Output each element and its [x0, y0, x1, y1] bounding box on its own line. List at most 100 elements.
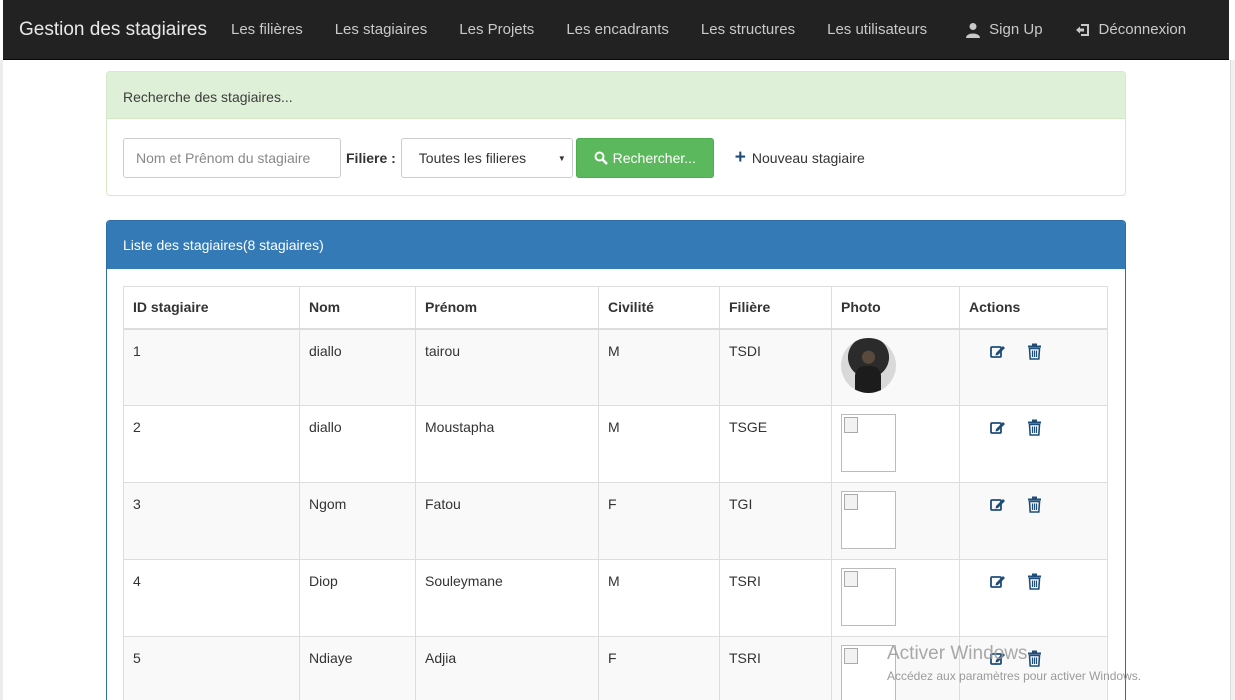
cell-nom: Ngom	[299, 482, 416, 560]
signup-link[interactable]: Sign Up	[965, 21, 1043, 38]
trash-icon[interactable]	[1026, 573, 1043, 590]
window-left-edge	[0, 60, 3, 700]
user-icon	[966, 22, 981, 38]
edit-icon[interactable]	[989, 496, 1006, 513]
trash-icon[interactable]	[1026, 419, 1043, 436]
broken-image	[841, 568, 896, 626]
plus-icon: +	[734, 147, 746, 168]
trash-icon[interactable]	[1026, 650, 1043, 667]
cell-civilite: F	[598, 482, 720, 560]
table-row: 2 diallo Moustapha M TSGE	[123, 405, 1108, 483]
list-panel: Liste des stagiaires(8 stagiaires) ID st…	[106, 220, 1126, 700]
broken-image-icon	[844, 571, 858, 587]
column-header-filiere: Filière	[719, 286, 832, 330]
name-search-input[interactable]	[123, 138, 341, 178]
signup-label: Sign Up	[989, 21, 1043, 38]
nav-link-encadrants[interactable]: Les encadrants	[566, 21, 669, 38]
cell-photo	[831, 405, 960, 483]
cell-prenom: tairou	[415, 328, 599, 406]
table-row: 1 diallo tairou M TSDI	[123, 328, 1108, 406]
row-actions	[969, 650, 1098, 667]
cell-civilite: F	[598, 636, 720, 700]
cell-actions	[959, 559, 1108, 637]
logout-label: Déconnexion	[1098, 21, 1187, 38]
filiere-select[interactable]: Toutes les filieres ▼	[400, 138, 573, 178]
nav-link-stagiaires[interactable]: Les stagiaires	[335, 21, 428, 38]
new-stagiaire-link[interactable]: + Nouveau stagiaire	[734, 147, 865, 168]
trash-icon[interactable]	[1026, 496, 1043, 513]
table-row: 4 Diop Souleymane M TSRI	[123, 559, 1108, 637]
photo-figure	[855, 365, 881, 393]
cell-id: 2	[123, 405, 300, 483]
search-panel-heading: Recherche des stagiaires...	[107, 72, 1125, 119]
edit-icon[interactable]	[989, 419, 1006, 436]
row-actions	[969, 343, 1098, 360]
page-scrollbar[interactable]	[1230, 60, 1235, 700]
nav-right: Sign Up Déconnexion	[965, 21, 1186, 38]
column-header-prenom: Prénom	[415, 286, 599, 330]
cell-prenom: Souleymane	[415, 559, 599, 637]
cell-filiere: TGI	[719, 482, 832, 560]
nav-link-utilisateurs[interactable]: Les utilisateurs	[827, 21, 927, 38]
row-actions	[969, 419, 1098, 436]
nav-link-structures[interactable]: Les structures	[701, 21, 795, 38]
search-button[interactable]: Rechercher...	[575, 138, 714, 178]
stagiaire-photo	[841, 337, 896, 393]
search-panel: Recherche des stagiaires... Filiere : To…	[106, 71, 1126, 196]
edit-icon[interactable]	[989, 573, 1006, 590]
column-header-id: ID stagiaire	[123, 286, 300, 330]
row-actions	[969, 573, 1098, 590]
cell-photo	[831, 328, 960, 406]
cell-actions	[959, 636, 1108, 700]
row-actions	[969, 496, 1098, 513]
cell-nom: Diop	[299, 559, 416, 637]
cell-filiere: TSDI	[719, 328, 832, 406]
broken-image	[841, 491, 896, 549]
cell-filiere: TSRI	[719, 559, 832, 637]
broken-image-icon	[844, 417, 858, 433]
cell-nom: diallo	[299, 405, 416, 483]
broken-image	[841, 645, 896, 700]
cell-civilite: M	[598, 405, 720, 483]
brand-title[interactable]: Gestion des stagiaires	[3, 19, 231, 41]
cell-nom: Ndiaye	[299, 636, 416, 700]
cell-prenom: Moustapha	[415, 405, 599, 483]
cell-prenom: Fatou	[415, 482, 599, 560]
cell-actions	[959, 482, 1108, 560]
nav-link-filieres[interactable]: Les filières	[231, 21, 303, 38]
new-stagiaire-label: Nouveau stagiaire	[751, 150, 865, 166]
cell-civilite: M	[598, 559, 720, 637]
column-header-actions: Actions	[959, 286, 1108, 330]
table-header-row: ID stagiaire Nom Prénom Civilité Filière…	[123, 286, 1108, 330]
broken-image-icon	[844, 494, 858, 510]
cell-id: 4	[123, 559, 300, 637]
edit-icon[interactable]	[989, 650, 1006, 667]
cell-prenom: Adjia	[415, 636, 599, 700]
cell-nom: diallo	[299, 328, 416, 406]
cell-civilite: M	[598, 328, 720, 406]
filiere-label: Filiere :	[346, 150, 396, 166]
cell-photo	[831, 636, 960, 700]
column-header-civilite: Civilité	[598, 286, 720, 330]
list-panel-heading: Liste des stagiaires(8 stagiaires)	[107, 221, 1125, 269]
trash-icon[interactable]	[1026, 343, 1043, 360]
broken-image	[841, 414, 896, 472]
search-button-label: Rechercher...	[612, 150, 696, 166]
cell-id: 5	[123, 636, 300, 700]
stagiaires-table: ID stagiaire Nom Prénom Civilité Filière…	[123, 286, 1108, 700]
column-header-photo: Photo	[831, 286, 960, 330]
edit-icon[interactable]	[989, 343, 1006, 360]
cell-filiere: TSGE	[719, 405, 832, 483]
search-form: Filiere : Toutes les filieres ▼ Recherch…	[123, 138, 865, 178]
nav-link-projets[interactable]: Les Projets	[459, 21, 534, 38]
logout-link[interactable]: Déconnexion	[1075, 21, 1187, 38]
chevron-down-icon: ▼	[557, 153, 566, 163]
column-header-nom: Nom	[299, 286, 416, 330]
cell-actions	[959, 405, 1108, 483]
table-row: 5 Ndiaye Adjia F TSRI	[123, 636, 1108, 700]
search-icon	[594, 151, 608, 165]
broken-image-icon	[844, 648, 858, 664]
table-row: 3 Ngom Fatou F TGI	[123, 482, 1108, 560]
nav-links: Les filières Les stagiaires Les Projets …	[231, 21, 959, 38]
cell-id: 1	[123, 328, 300, 406]
